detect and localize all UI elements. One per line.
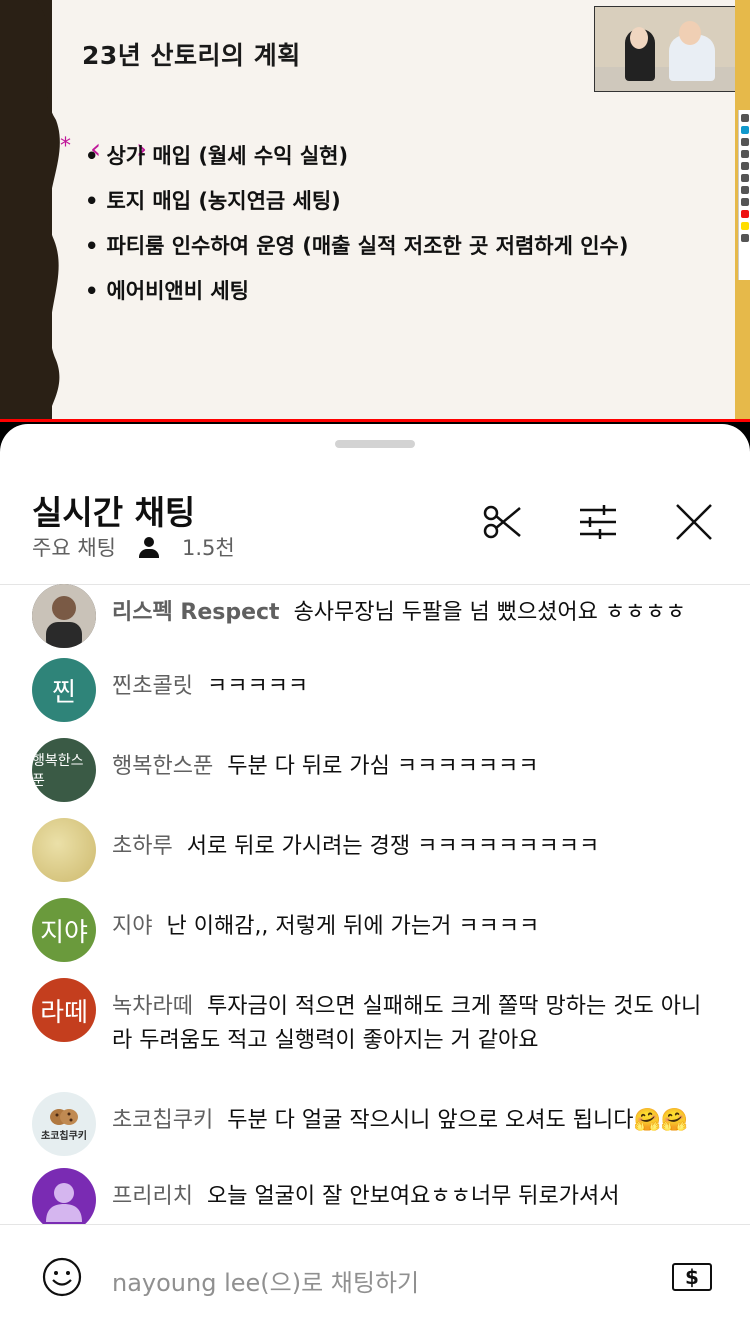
- drawing-toolbar: [738, 110, 750, 280]
- avatar[interactable]: 지야: [32, 898, 96, 962]
- chat-input-bar: nayoung lee(으)로 채팅하기 $: [0, 1225, 750, 1334]
- slide-bullets: 상가 매입 (월세 수익 실현) 토지 매입 (농지연금 세팅) 파티룸 인수하…: [85, 140, 628, 320]
- slide-bullet: 에어비앤비 세팅: [85, 275, 628, 303]
- video-progress-bar[interactable]: [0, 419, 750, 422]
- message-text: 송사무장님 두팔을 넘 뻤으셨어요 ㅎㅎㅎㅎ: [293, 600, 686, 625]
- message-author[interactable]: 초하루: [112, 834, 173, 859]
- chat-title: 실시간 채팅: [32, 493, 196, 532]
- dollar-icon[interactable]: $: [672, 1263, 712, 1291]
- message-author[interactable]: 찐초콜릿: [112, 674, 193, 699]
- message-text: 두분 다 얼굴 작으시니 앞으로 오셔도 됩니다🤗🤗: [227, 1108, 689, 1133]
- avatar[interactable]: [32, 1168, 96, 1224]
- chat-message: 라떼 녹차라떼 투자금이 적으면 실패해도 크게 쫄딱 망하는 것도 아니라 두려…: [32, 978, 722, 1058]
- slide-decoration: [36, 0, 60, 422]
- chat-message: 지야 지야 난 이해감,, 저렇게 뒤에 가는거 ㅋㅋㅋㅋ: [32, 898, 722, 962]
- message-text: 오늘 얼굴이 잘 안보여요ㅎㅎ너무 뒤로가셔서: [206, 1184, 620, 1209]
- avatar[interactable]: 찐: [32, 658, 96, 722]
- avatar[interactable]: [32, 818, 96, 882]
- avatar[interactable]: 초코칩쿠키: [32, 1092, 96, 1156]
- chat-message: 프리리치 오늘 얼굴이 잘 안보여요ㅎㅎ너무 뒤로가셔서: [32, 1168, 722, 1224]
- message-text: 난 이해감,, 저렇게 뒤에 가는거 ㅋㅋㅋㅋ: [166, 914, 540, 939]
- sliders-icon[interactable]: [578, 502, 618, 542]
- message-text: 서로 뒤로 가시려는 경쟁 ㅋㅋㅋㅋㅋㅋㅋㅋㅋ: [186, 834, 600, 859]
- message-author[interactable]: 초코칩쿠키: [112, 1108, 213, 1133]
- chat-message: 리스펙 Respect 송사무장님 두팔을 넘 뻤으셨어요 ㅎㅎㅎㅎ: [32, 584, 722, 648]
- message-author[interactable]: 리스펙 Respect: [112, 600, 280, 625]
- presenter-camera-inset: [594, 6, 744, 92]
- chat-mode-selector[interactable]: 주요 채팅: [32, 532, 116, 562]
- person-icon: [138, 536, 160, 558]
- avatar[interactable]: 행복한스푼: [32, 738, 96, 802]
- chat-message: 초하루 서로 뒤로 가시려는 경쟁 ㅋㅋㅋㅋㅋㅋㅋㅋㅋ: [32, 818, 722, 882]
- annotation-star: *: [60, 134, 71, 159]
- slide-title: 23년 산토리의 계획: [82, 41, 301, 70]
- chat-message: 초코칩쿠키 초코칩쿠키 두분 다 얼굴 작으시니 앞으로 오셔도 됩니다🤗🤗: [32, 1092, 722, 1156]
- live-chat-panel: 실시간 채팅 주요 채팅 1.5천 리스펙 Respect 송사무장님 두팔을 …: [0, 424, 750, 1334]
- message-author[interactable]: 녹차라떼: [112, 994, 193, 1019]
- cookie-icon: [50, 1108, 78, 1125]
- video-player[interactable]: 23년 산토리의 계획 * ‹ › 상가 매입 (월세 수익 실현) 토지 매입…: [0, 0, 750, 422]
- sheet-drag-handle[interactable]: [335, 440, 415, 448]
- scissors-icon[interactable]: [482, 502, 522, 542]
- slide-bullet: 토지 매입 (농지연금 세팅): [85, 185, 628, 213]
- viewer-count: 1.5천: [181, 536, 235, 560]
- slide-bullet: 상가 매입 (월세 수익 실현): [85, 140, 628, 168]
- emoji-icon[interactable]: [42, 1257, 82, 1297]
- message-text: 투자금이 적으면 실패해도 크게 쫄딱 망하는 것도 아니라 두려움도 적고 실…: [112, 994, 702, 1053]
- chat-subtitle: 주요 채팅 1.5천: [32, 532, 235, 562]
- message-author[interactable]: 프리리치: [112, 1184, 193, 1209]
- chat-message-list[interactable]: 리스펙 Respect 송사무장님 두팔을 넘 뻤으셨어요 ㅎㅎㅎㅎ 찐 찐초콜릿…: [0, 584, 750, 1224]
- message-text: 두분 다 뒤로 가심 ㅋㅋㅋㅋㅋㅋㅋ: [227, 754, 539, 779]
- slide-bullet: 파티룸 인수하여 운영 (매출 실적 저조한 곳 저렴하게 인수): [85, 230, 628, 258]
- chat-input[interactable]: nayoung lee(으)로 채팅하기: [112, 1263, 419, 1298]
- message-text: ㅋㅋㅋㅋㅋ: [206, 674, 309, 699]
- close-icon[interactable]: [674, 502, 714, 542]
- message-author[interactable]: 지야: [112, 914, 152, 939]
- default-avatar-icon: [46, 1183, 82, 1222]
- avatar[interactable]: [32, 584, 96, 648]
- chat-message: 행복한스푼 행복한스푼 두분 다 뒤로 가심 ㅋㅋㅋㅋㅋㅋㅋ: [32, 738, 722, 802]
- chat-message: 찐 찐초콜릿 ㅋㅋㅋㅋㅋ: [32, 658, 722, 722]
- message-author[interactable]: 행복한스푼: [112, 754, 213, 779]
- avatar[interactable]: 라떼: [32, 978, 96, 1042]
